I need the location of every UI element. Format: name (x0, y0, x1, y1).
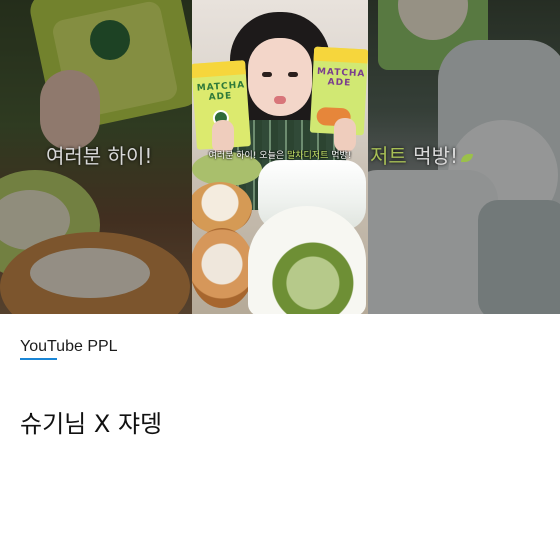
cream-bun-top (192, 182, 252, 234)
thumbnail-caption: 여러분 하이! 오늘은 말차디저트 먹방! (208, 151, 352, 161)
video-thumbnail[interactable]: 여러분 하이! 저트 먹방! MATCHA ADE MATCHA ADE 여러분… (0, 0, 560, 314)
person-hand-left (212, 120, 234, 154)
thumbnail-caption-left: 여러분 하이! (46, 144, 153, 168)
thumbnail-blur-left: 여러분 하이! (0, 0, 192, 314)
card-title[interactable]: 슈기님 X 쟈뎅 (20, 408, 162, 440)
thumbnail-caption-right: 저트 먹방! (370, 142, 473, 170)
category-tag-underline (20, 358, 57, 360)
person-face (248, 38, 312, 116)
thumbnail-center-frame: MATCHA ADE MATCHA ADE 여러분 하이! 오늘은 말차디저트 … (192, 0, 368, 314)
category-tag: YouTube PPL (20, 338, 118, 355)
thumbnail-blur-right: 저트 먹방! (368, 0, 560, 314)
content-card[interactable]: 여러분 하이! 저트 먹방! MATCHA ADE MATCHA ADE 여러분… (0, 0, 560, 560)
leaf-icon (461, 153, 473, 162)
matcha-roll-cake (248, 206, 366, 314)
person-hand-right (334, 118, 356, 152)
cream-bun-bottom (192, 228, 254, 308)
